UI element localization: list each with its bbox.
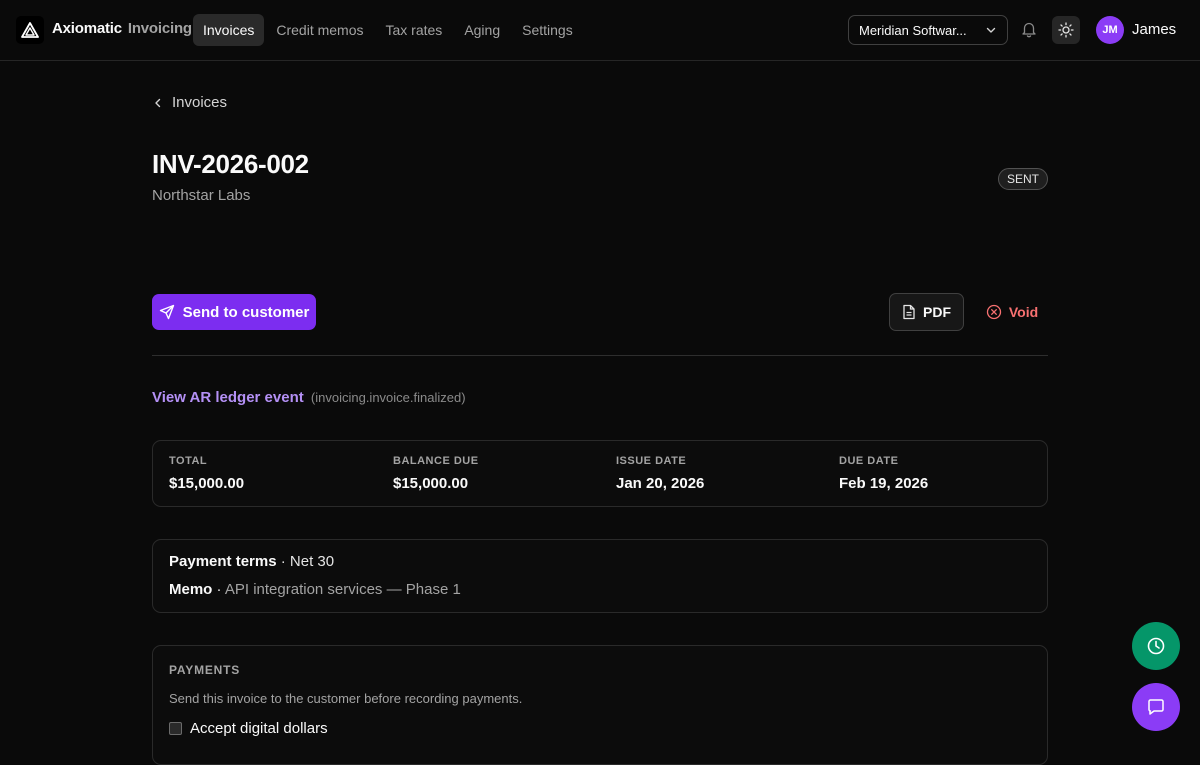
ledger-event: View AR ledger event (invoicing.invoice.… [152,389,466,406]
nav-settings[interactable]: Settings [512,14,583,46]
brand-name[interactable]: Axiomatic Invoicing [52,20,192,37]
brand-name-sub: Invoicing [127,20,192,37]
bell-icon[interactable] [1020,20,1038,38]
payment-terms-value: Net 30 [289,553,335,570]
pdf-button-label: PDF [923,304,951,320]
organization-select[interactable]: Meridian Softwar... [848,15,1008,45]
summary-value: Feb 19, 2026 [839,475,929,492]
send-icon [159,304,174,320]
history-button[interactable] [1132,622,1180,670]
payment-terms-label: Payment terms [169,553,277,570]
main-nav: Invoices Credit memos Tax rates Aging Se… [193,14,585,46]
nav-invoices[interactable]: Invoices [193,14,265,46]
separator: · [280,553,286,570]
memo-row: Memo · API integration services — Phase … [169,581,461,598]
send-to-customer-button[interactable]: Send to customer [152,294,316,330]
void-button[interactable]: Void [976,293,1048,331]
payments-title: PAYMENTS [169,663,241,677]
void-button-label: Void [1008,304,1039,320]
organization-select-value: Meridian Softwar... [859,22,967,38]
separator: · [216,581,222,598]
back-to-invoices-link[interactable]: Invoices [152,94,227,111]
chat-icon [1148,699,1164,715]
summary-total: TOTAL $15,000.00 [169,455,244,492]
summary-label: TOTAL [169,455,208,467]
nav-aging[interactable]: Aging [454,14,510,46]
customer-name: Northstar Labs [152,187,251,204]
invoice-summary-card: TOTAL $15,000.00 BALANCE DUE $15,000.00 … [152,440,1048,507]
summary-value: Jan 20, 2026 [616,475,705,492]
pdf-button[interactable]: PDF [889,293,964,331]
memo-value: API integration services — Phase 1 [224,581,461,598]
payment-terms-row: Payment terms · Net 30 [169,553,334,570]
summary-label: DUE DATE [839,455,899,467]
sun-icon [1058,22,1074,38]
nav-tax-rates[interactable]: Tax rates [376,14,453,46]
logo-icon[interactable] [16,16,44,44]
avatar[interactable]: JM [1096,16,1124,44]
status-badge: SENT [998,168,1049,190]
chevron-left-icon [155,98,161,107]
top-bar: Axiomatic Invoicing Invoices Credit memo… [0,0,1200,61]
payments-note: Send this invoice to the customer before… [169,691,523,706]
clock-icon [1147,637,1165,655]
page-title: INV-2026-002 [152,149,309,179]
divider [152,355,1048,356]
user-name[interactable]: James [1132,21,1176,38]
view-ledger-event-link[interactable]: View AR ledger event [152,389,304,406]
ledger-event-code: (invoicing.invoice.finalized) [310,390,466,405]
accept-digital-dollars-option[interactable]: Accept digital dollars [169,720,328,737]
send-button-label: Send to customer [182,303,310,321]
chevron-down-icon [986,27,996,33]
memo-label: Memo [169,581,213,598]
accept-digital-dollars-checkbox[interactable] [169,722,182,735]
terms-card: Payment terms · Net 30 Memo · API integr… [152,539,1048,613]
summary-balance-due: BALANCE DUE $15,000.00 [393,455,479,492]
summary-value: $15,000.00 [393,475,469,492]
chat-button[interactable] [1132,683,1180,731]
payments-card: PAYMENTS Send this invoice to the custom… [152,645,1048,765]
brand-name-primary: Axiomatic [52,20,122,37]
summary-label: BALANCE DUE [393,455,479,467]
summary-due-date: DUE DATE Feb 19, 2026 [839,455,928,492]
nav-credit-memos[interactable]: Credit memos [266,14,373,46]
summary-label: ISSUE DATE [616,455,687,467]
theme-toggle-button[interactable] [1052,16,1080,44]
accept-digital-dollars-label: Accept digital dollars [190,720,328,737]
summary-value: $15,000.00 [169,475,245,492]
back-link-label: Invoices [172,94,228,111]
file-icon [903,304,915,320]
x-circle-icon [986,304,1001,320]
summary-issue-date: ISSUE DATE Jan 20, 2026 [616,455,704,492]
